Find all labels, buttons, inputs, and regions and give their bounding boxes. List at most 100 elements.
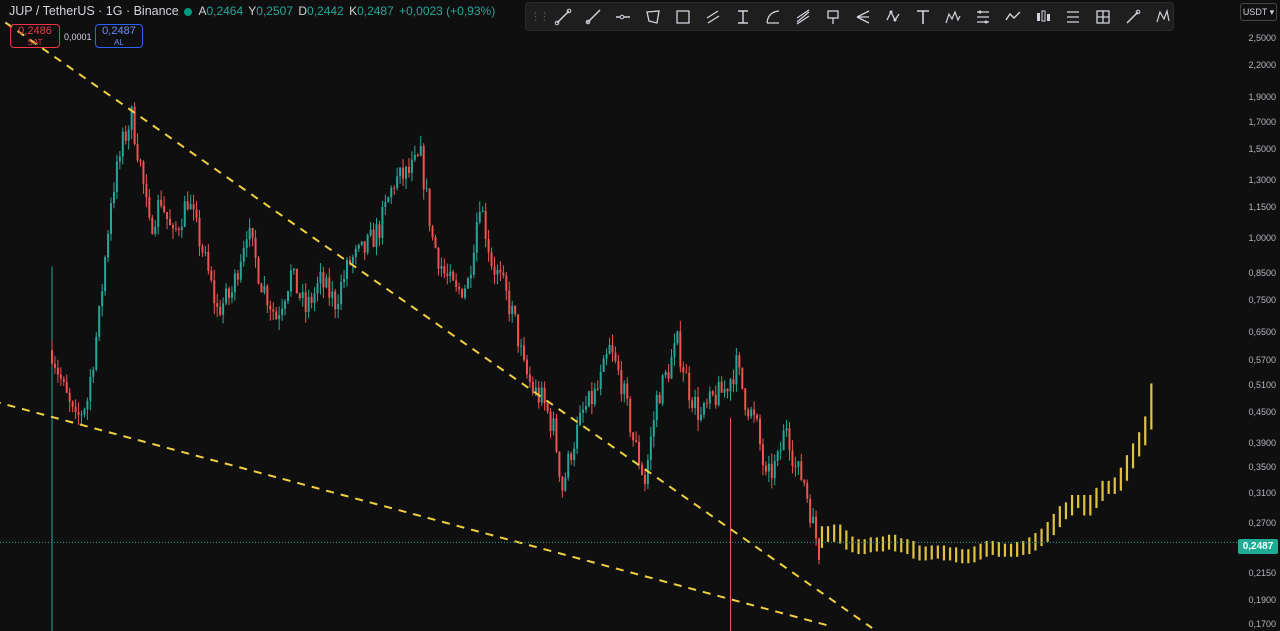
candle — [381, 207, 384, 238]
candle — [251, 228, 254, 238]
pattern-tool-icon[interactable] — [878, 6, 908, 28]
candle — [396, 176, 399, 188]
price-axis[interactable]: 2,5000 2,2000 1,9000 1,7000 1,5000 1,3000 1,15… — [1238, 0, 1280, 631]
candle — [691, 400, 694, 408]
text-tool-icon[interactable] — [908, 6, 938, 28]
candle — [183, 201, 186, 227]
candle — [245, 239, 248, 248]
crosshair-grid-tool-icon[interactable] — [1088, 6, 1118, 28]
candle — [228, 288, 230, 298]
candle — [682, 367, 685, 373]
candle — [726, 388, 729, 392]
candle — [700, 414, 702, 421]
candle — [773, 460, 776, 479]
market-status-icon — [183, 7, 192, 16]
candle — [540, 387, 543, 403]
candle — [661, 375, 664, 404]
price-tick-label: 2,2000 — [1248, 60, 1276, 71]
price-tick-label: 0,8500 — [1248, 268, 1276, 279]
candle — [767, 463, 770, 472]
price-tick-label: 1,5000 — [1248, 144, 1276, 155]
candle — [139, 160, 142, 162]
candle — [455, 280, 458, 287]
candle — [304, 292, 307, 312]
candle — [791, 450, 794, 466]
arc-tool-icon[interactable] — [758, 6, 788, 28]
price-range-tool-icon[interactable] — [728, 6, 758, 28]
candle-bars-tool-icon[interactable] — [1028, 6, 1058, 28]
candle — [705, 403, 708, 405]
candle — [759, 418, 761, 445]
parallel-channel-tool-icon[interactable] — [698, 6, 728, 28]
candle — [101, 291, 104, 306]
candle — [478, 211, 481, 223]
candle — [201, 246, 204, 253]
rectangle-tool-icon[interactable] — [668, 6, 698, 28]
currency-selector[interactable]: USDT ▾ — [1240, 3, 1277, 21]
candle — [520, 345, 523, 347]
open-value: 0,2464 — [206, 4, 244, 18]
candle — [602, 358, 605, 372]
pitchfork-tool-icon[interactable] — [848, 6, 878, 28]
candle — [458, 286, 461, 289]
candle — [667, 372, 670, 379]
candle — [570, 453, 573, 460]
polygon-tool-icon[interactable] — [638, 6, 668, 28]
candle — [56, 367, 59, 375]
candle — [92, 369, 95, 377]
candle — [717, 381, 720, 406]
brush-tool-icon[interactable] — [1118, 6, 1148, 28]
candle — [428, 188, 431, 227]
price-tick-label: 1,3000 — [1248, 175, 1276, 186]
candle — [623, 383, 626, 395]
candle — [558, 451, 561, 477]
candle — [387, 197, 390, 203]
candle — [567, 453, 570, 478]
candle — [620, 370, 623, 395]
candle — [632, 432, 635, 441]
candle — [608, 345, 611, 354]
candle — [174, 228, 177, 230]
candle — [166, 212, 169, 219]
candle — [800, 461, 803, 480]
candle — [546, 403, 549, 412]
symbol-title[interactable]: JUP / TetherUS · 1G · Binance — [9, 4, 179, 18]
path-tool-icon[interactable] — [998, 6, 1028, 28]
candle — [340, 281, 343, 305]
sell-button[interactable]: 0,2486 SAT — [10, 24, 60, 48]
candle — [794, 465, 797, 467]
candle — [390, 187, 393, 198]
candle — [343, 279, 346, 282]
candle — [505, 275, 508, 291]
candle — [449, 271, 452, 276]
candle — [322, 272, 325, 288]
fib-channel-tool-icon[interactable] — [1058, 6, 1088, 28]
candle — [225, 288, 228, 304]
candle — [74, 406, 77, 413]
candle — [328, 277, 331, 298]
candle — [230, 292, 233, 298]
candle — [307, 296, 310, 312]
buy-button[interactable]: 0,2487 AL — [95, 24, 143, 48]
horizontal-ray-tool-icon[interactable] — [608, 6, 638, 28]
candle — [440, 266, 443, 269]
measure-tool-icon[interactable] — [968, 6, 998, 28]
candle — [301, 292, 304, 299]
fib-retracement-tool-icon[interactable] — [788, 6, 818, 28]
elliott-wave-tool-icon[interactable] — [938, 6, 968, 28]
toolbar-drag-handle[interactable]: ⋮⋮ — [530, 10, 550, 24]
candle — [110, 203, 112, 234]
candle — [590, 391, 593, 405]
trendline-tool-icon[interactable] — [548, 6, 578, 28]
price-tick-label: 1,9000 — [1248, 92, 1276, 103]
price-chart[interactable] — [0, 0, 1238, 631]
price-tick-label: 1,1500 — [1248, 202, 1276, 213]
xabcd-pattern-tool-icon[interactable] — [1148, 6, 1178, 28]
candle — [260, 283, 263, 293]
long-position-tool-icon[interactable] — [818, 6, 848, 28]
candle — [405, 166, 407, 179]
ray-tool-icon[interactable] — [578, 6, 608, 28]
candle — [393, 187, 396, 189]
candle — [325, 277, 328, 288]
low-value: 0,2442 — [307, 4, 344, 18]
